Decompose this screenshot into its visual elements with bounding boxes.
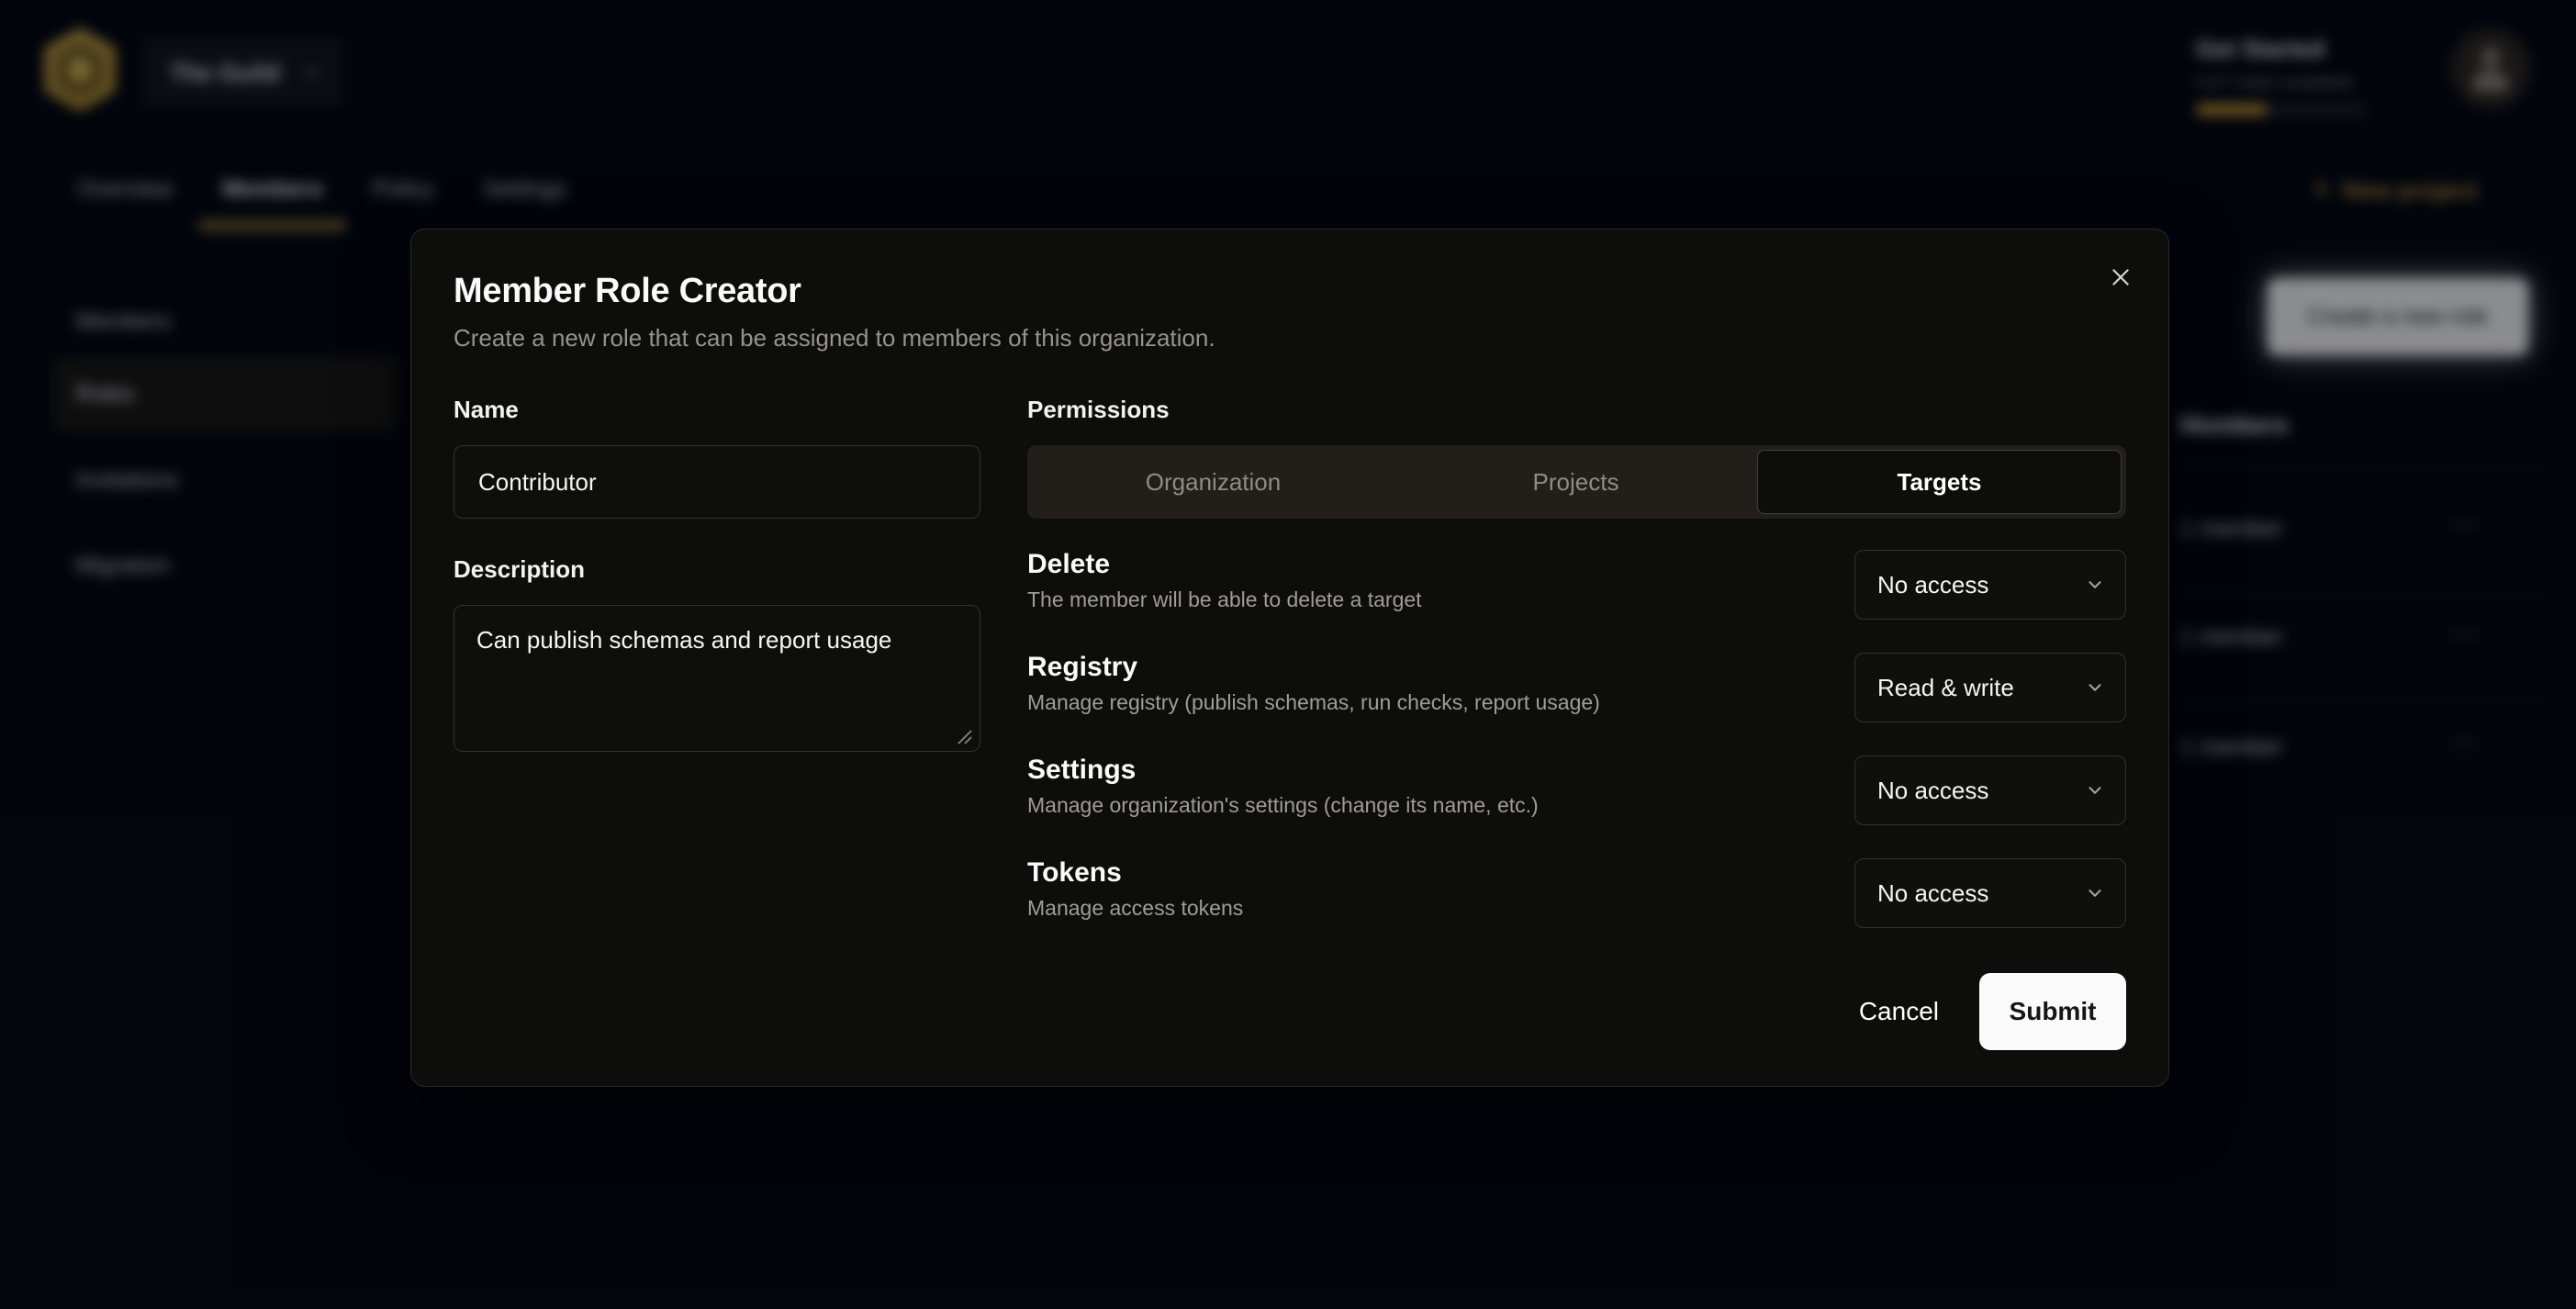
permission-description: Manage organization's settings (change i… <box>1027 793 1539 818</box>
name-label: Name <box>454 396 980 423</box>
description-label: Description <box>454 555 980 583</box>
permissions-list: Delete The member will be able to delete… <box>1027 550 2126 928</box>
permission-title: Delete <box>1027 550 1422 579</box>
permission-title: Registry <box>1027 653 1600 682</box>
role-description-textarea[interactable]: Can publish schemas and report usage <box>454 605 980 752</box>
permission-description: Manage access tokens <box>1027 896 1243 921</box>
permission-row-tokens: Tokens Manage access tokens No access <box>1027 858 2126 928</box>
member-role-creator-dialog: Member Role Creator Create a new role th… <box>410 229 2169 1087</box>
permission-description: The member will be able to delete a targ… <box>1027 587 1422 612</box>
chevron-down-icon <box>2085 575 2105 595</box>
app-root: The Guild Get Started 4 of 7 tasks compl… <box>0 0 2576 1309</box>
permission-description: Manage registry (publish schemas, run ch… <box>1027 690 1600 715</box>
permission-title: Settings <box>1027 755 1539 785</box>
delete-access-select[interactable]: No access <box>1854 550 2126 620</box>
tab-projects[interactable]: Projects <box>1394 450 1757 514</box>
dialog-subtitle: Create a new role that can be assigned t… <box>454 324 2126 352</box>
chevron-down-icon <box>2085 677 2105 698</box>
permissions-label: Permissions <box>1027 396 2126 423</box>
cancel-button[interactable]: Cancel <box>1831 973 1966 1050</box>
tab-organization[interactable]: Organization <box>1032 450 1394 514</box>
chevron-down-icon <box>2085 780 2105 800</box>
chevron-down-icon <box>2085 883 2105 903</box>
settings-access-select[interactable]: No access <box>1854 755 2126 825</box>
dialog-footer: Cancel Submit <box>1027 973 2126 1050</box>
tokens-access-select[interactable]: No access <box>1854 858 2126 928</box>
dialog-title: Member Role Creator <box>454 272 2126 311</box>
role-name-input[interactable] <box>454 445 980 519</box>
registry-access-select[interactable]: Read & write <box>1854 653 2126 722</box>
permission-title: Tokens <box>1027 858 1243 888</box>
tab-targets[interactable]: Targets <box>1757 450 2122 514</box>
close-icon[interactable] <box>2100 257 2141 297</box>
permission-row-registry: Registry Manage registry (publish schema… <box>1027 653 2126 722</box>
permission-row-settings: Settings Manage organization's settings … <box>1027 755 2126 825</box>
submit-button[interactable]: Submit <box>1979 973 2126 1050</box>
permissions-tabbar: Organization Projects Targets <box>1027 445 2126 519</box>
permission-row-delete: Delete The member will be able to delete… <box>1027 550 2126 620</box>
